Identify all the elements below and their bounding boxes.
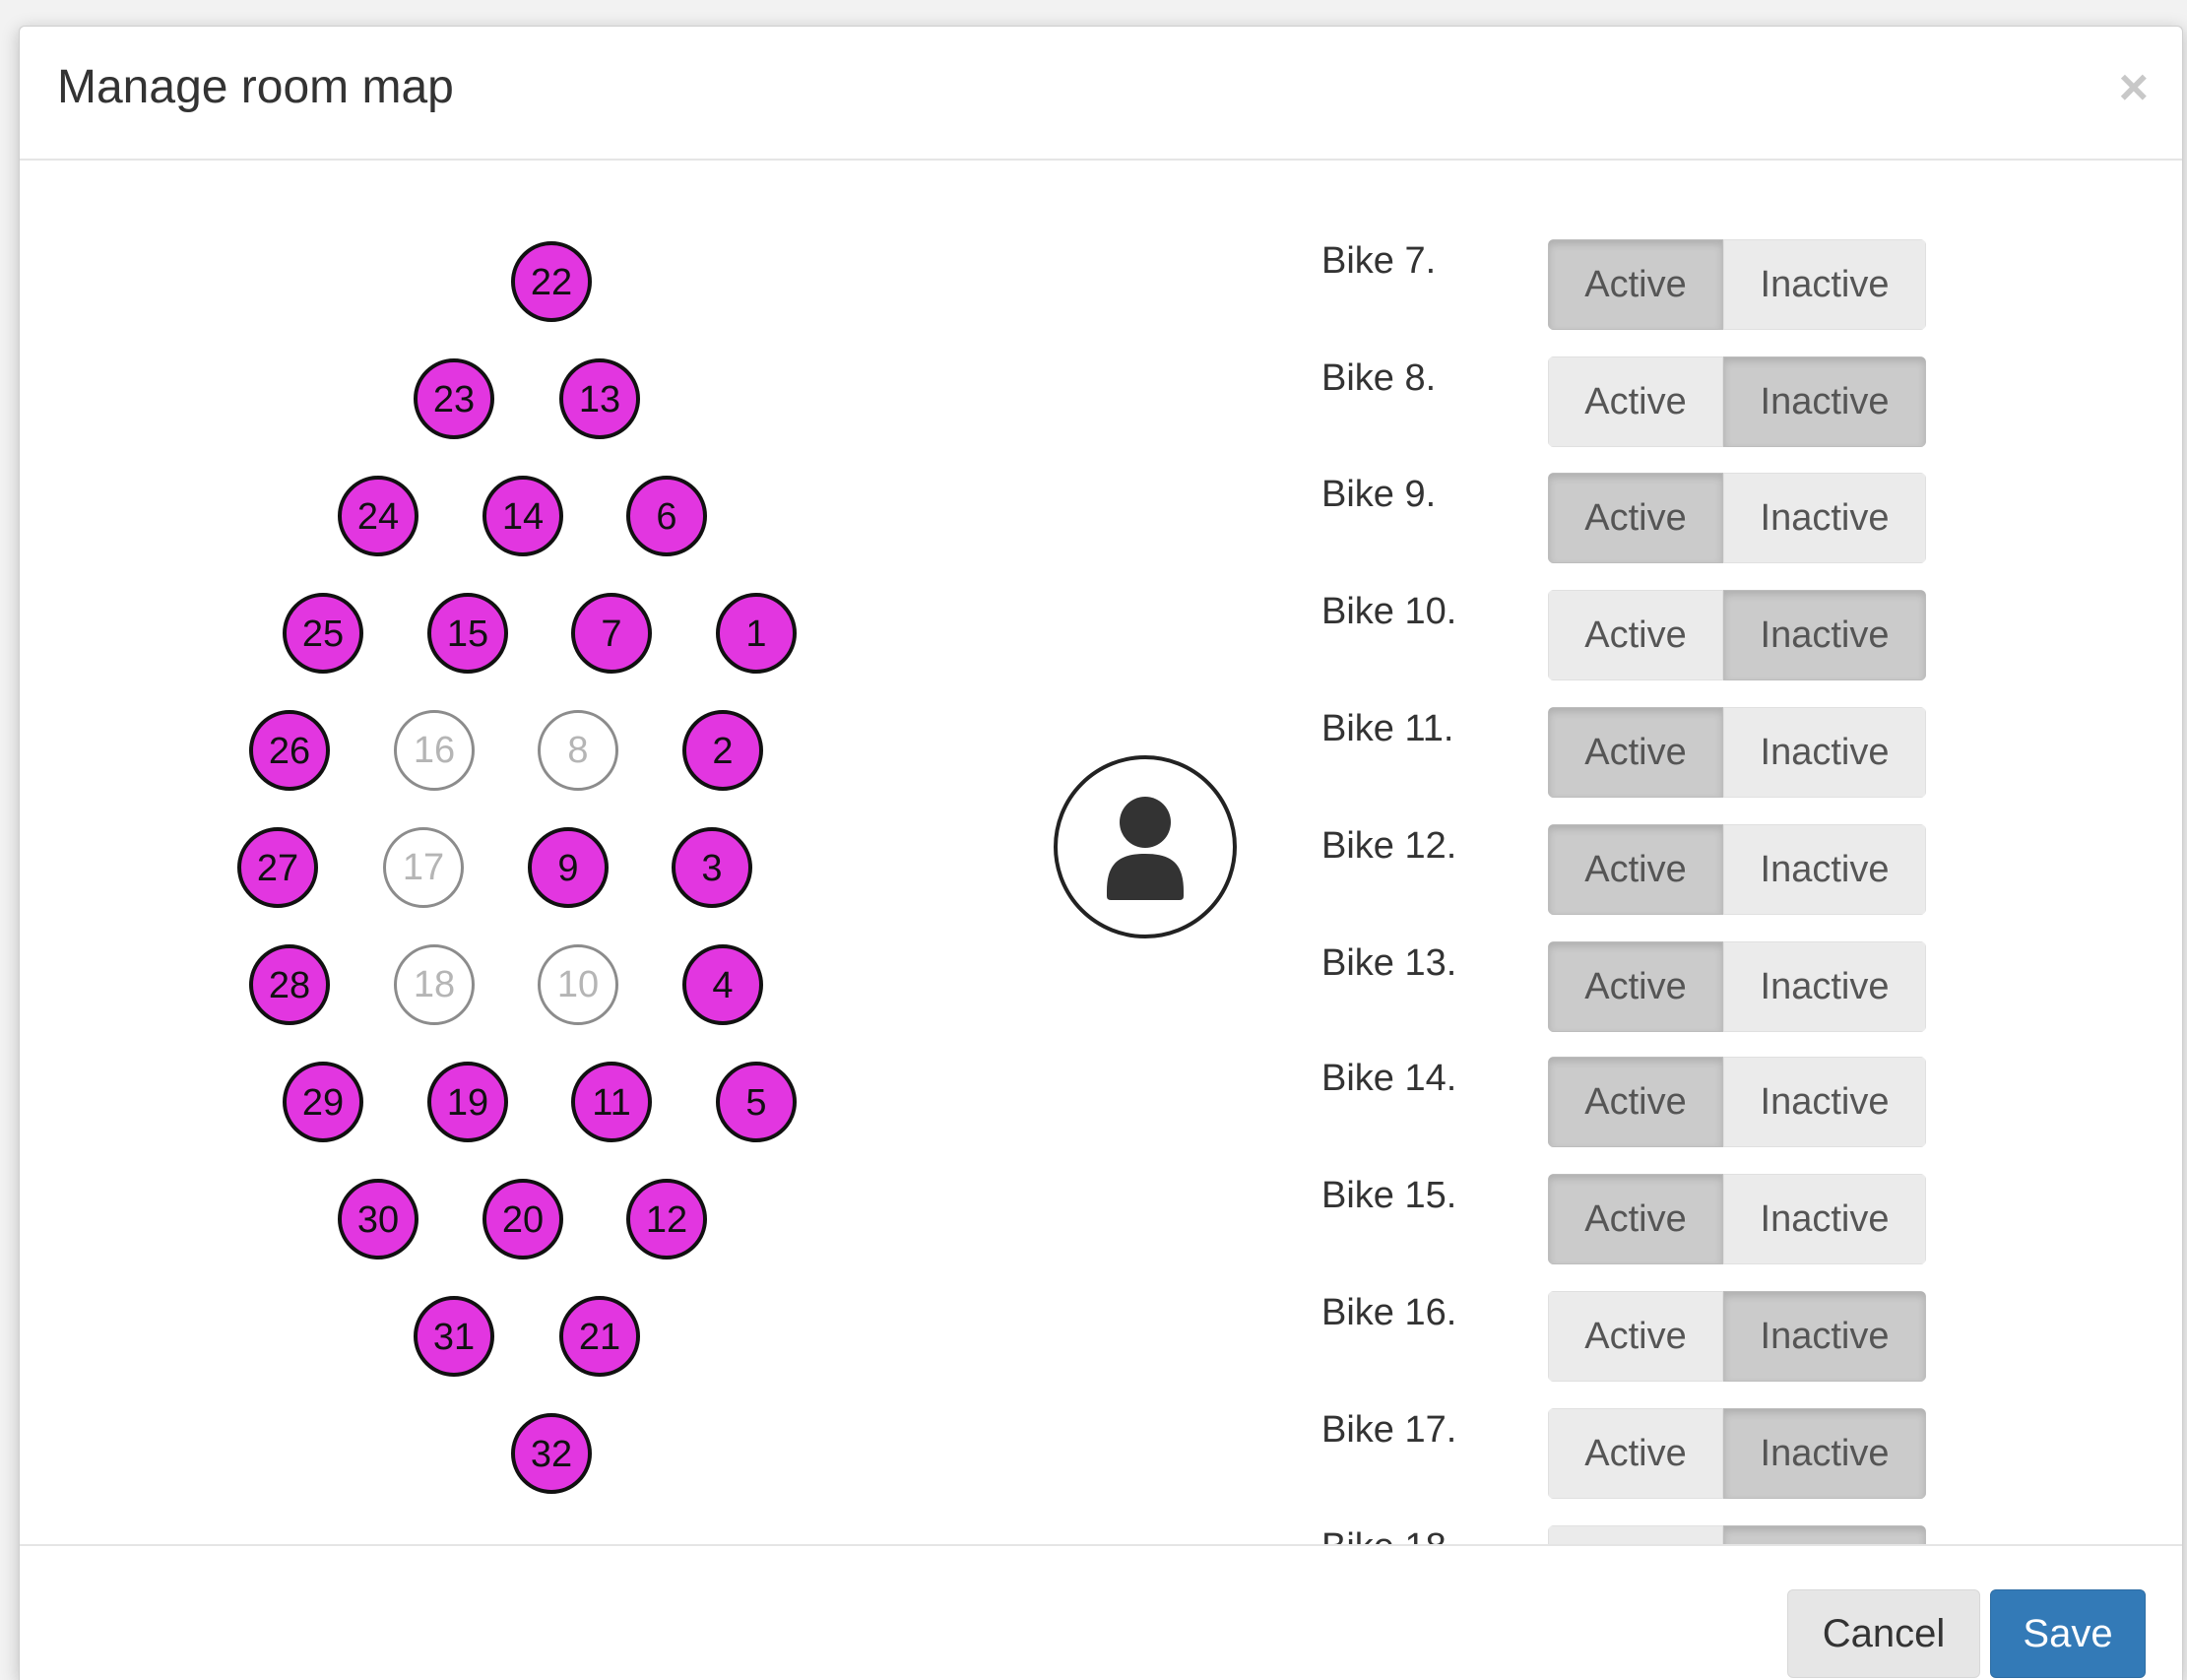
dialog-title: Manage room map	[57, 61, 454, 113]
bike-row-label: Bike 7.	[1321, 240, 1437, 282]
active-button[interactable]: Active	[1548, 941, 1723, 1032]
dialog-footer: Cancel Save	[20, 1544, 2182, 1680]
bike-row-label: Bike 8.	[1321, 357, 1437, 399]
dialog-header: Manage room map ×	[20, 27, 2182, 161]
active-button[interactable]: Active	[1548, 239, 1723, 330]
bike-row-label: Bike 15.	[1321, 1175, 1457, 1216]
inactive-button[interactable]: Inactive	[1723, 239, 1926, 330]
bike-row: Bike 8. Active Inactive	[1321, 356, 1962, 447]
bike-row: Bike 17. Active Inactive	[1321, 1408, 1962, 1499]
bike-status-toggle: ActiveInactive	[1548, 707, 1926, 798]
bike-row-label: Bike 17.	[1321, 1409, 1457, 1451]
bike-status-toggle: ActiveInactive	[1548, 1057, 1926, 1147]
inactive-button[interactable]: Inactive	[1723, 824, 1926, 915]
dialog-body: 22 23 13 24 14 6 25 15 7 1 26 16 8 2 27 17 9 3 28 18 10 4 29 19…	[20, 161, 2182, 1544]
bike-row-label: Bike 12.	[1321, 825, 1457, 867]
inactive-button[interactable]: Inactive	[1723, 941, 1926, 1032]
bike-status-toggle: ActiveInactive	[1548, 1291, 1926, 1382]
cancel-button[interactable]: Cancel	[1787, 1589, 1980, 1678]
active-button[interactable]: Active	[1548, 1291, 1723, 1382]
bike-row-label: Bike 18.	[1321, 1525, 1456, 1544]
inactive-button[interactable]: Inactive	[1723, 356, 1926, 447]
bike-status-toggle: ActiveInactive	[1548, 590, 1926, 680]
active-button[interactable]: Active	[1548, 1174, 1723, 1264]
active-button[interactable]: Active	[1548, 707, 1723, 798]
bike-status-toggle: ActiveInactive	[1548, 356, 1926, 447]
bike-status-toggle: ActiveInactive	[1548, 824, 1926, 915]
bike-row-label: Bike 14.	[1321, 1058, 1457, 1099]
bike-row-label: Bike 16.	[1321, 1292, 1457, 1333]
bike-row: Bike 9. Active Inactive	[1321, 473, 1962, 563]
bike-row: Bike 16. Active Inactive	[1321, 1291, 1962, 1382]
inactive-button[interactable]: Inactive	[1723, 1525, 1926, 1544]
active-button[interactable]: Active	[1548, 473, 1723, 563]
manage-room-map-dialog: Manage room map × 22 23 13 24 14 6 25 15 7 1 26 16 8…	[19, 26, 2183, 1680]
bike-row: Bike 18. ActiveInactive	[1321, 1525, 1962, 1544]
inactive-button[interactable]: Inactive	[1723, 1408, 1926, 1499]
close-icon[interactable]: ×	[2119, 62, 2149, 113]
active-button[interactable]: Active	[1548, 1408, 1723, 1499]
save-button[interactable]: Save	[1990, 1589, 2146, 1678]
bike-row: Bike 10. Active Inactive	[1321, 590, 1962, 680]
active-button[interactable]: Active	[1548, 356, 1723, 447]
bike-row: Bike 7. Active Inactive	[1321, 239, 1962, 330]
inactive-button[interactable]: Inactive	[1723, 1174, 1926, 1264]
bike-row: Bike 13. Active Inactive	[1321, 941, 1962, 1032]
active-button[interactable]: Active	[1548, 824, 1723, 915]
bike-row: Bike 14. Active Inactive	[1321, 1057, 1962, 1147]
bike-status-toggle: ActiveInactive	[1548, 1174, 1926, 1264]
bike-status-toggle: ActiveInactive	[1548, 1525, 1926, 1544]
bike-row-label: Bike 10.	[1321, 591, 1457, 632]
bike-row: Bike 15. Active Inactive	[1321, 1174, 1962, 1264]
active-button[interactable]: Active	[1548, 590, 1723, 680]
inactive-button[interactable]: Inactive	[1723, 1291, 1926, 1382]
inactive-button[interactable]: Inactive	[1723, 590, 1926, 680]
bike-row-label: Bike 11.	[1321, 708, 1454, 749]
bike-status-toggle: ActiveInactive	[1548, 473, 1926, 563]
bike-row: Bike 11. Active Inactive	[1321, 707, 1962, 798]
bike-status-toggle: ActiveInactive	[1548, 1408, 1926, 1499]
bike-row-label: Bike 9.	[1321, 474, 1437, 515]
bike-status-list: Bike 7. Active Inactive Bike 8. Active Inacti…	[20, 161, 2182, 1544]
active-button[interactable]: Active	[1548, 1525, 1723, 1544]
bike-row: Bike 12. Active Inactive	[1321, 824, 1962, 915]
inactive-button[interactable]: Inactive	[1723, 707, 1926, 798]
active-button[interactable]: Active	[1548, 1057, 1723, 1147]
inactive-button[interactable]: Inactive	[1723, 473, 1926, 563]
bike-row-label: Bike 13.	[1321, 942, 1457, 984]
bike-status-toggle: ActiveInactive	[1548, 941, 1926, 1032]
bike-status-toggle: ActiveInactive	[1548, 239, 1926, 330]
inactive-button[interactable]: Inactive	[1723, 1057, 1926, 1147]
